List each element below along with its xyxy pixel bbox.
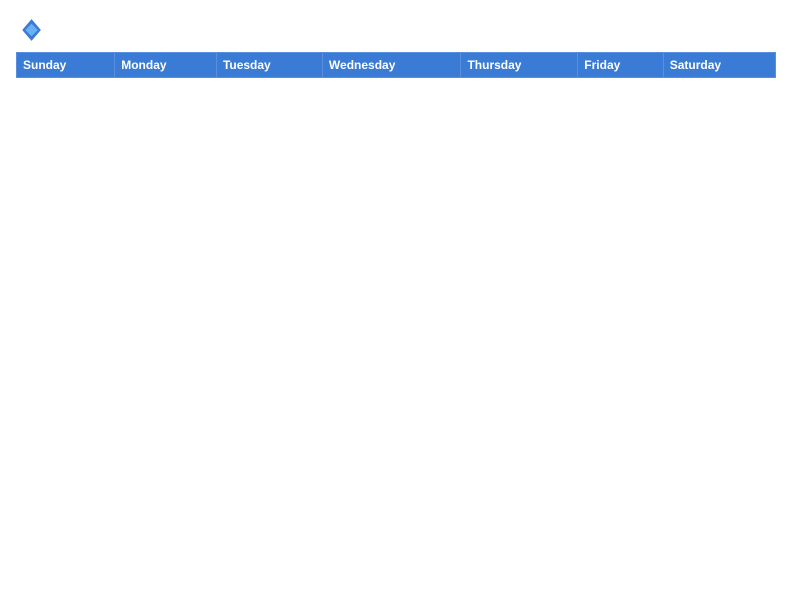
page-header [16, 16, 776, 44]
weekday-header-monday: Monday [115, 53, 217, 78]
weekday-header-friday: Friday [578, 53, 663, 78]
calendar-header-row: SundayMondayTuesdayWednesdayThursdayFrid… [17, 53, 776, 78]
weekday-header-thursday: Thursday [461, 53, 578, 78]
weekday-header-wednesday: Wednesday [322, 53, 461, 78]
weekday-header-sunday: Sunday [17, 53, 115, 78]
generalblue-logo-icon [16, 16, 44, 44]
calendar-table: SundayMondayTuesdayWednesdayThursdayFrid… [16, 52, 776, 78]
weekday-header-tuesday: Tuesday [216, 53, 322, 78]
logo [16, 16, 48, 44]
weekday-header-saturday: Saturday [663, 53, 775, 78]
